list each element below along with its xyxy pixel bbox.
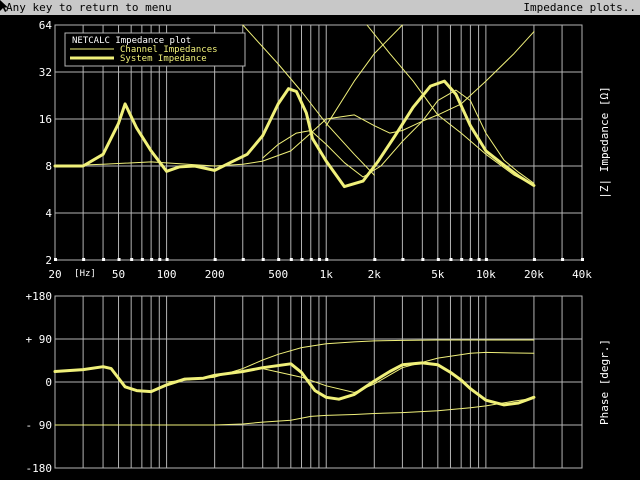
axis-dot [241, 258, 245, 261]
axis-dot [421, 258, 425, 261]
axis-dot [460, 258, 464, 261]
y-axis-title: |Z| Impedance [Ω] [598, 86, 611, 199]
axis-dot [54, 258, 57, 261]
axis-dot [373, 258, 377, 261]
x-tick-label: 200 [205, 268, 225, 281]
y-tick-label: 0 [45, 376, 52, 389]
axis-dot [561, 258, 565, 261]
channel-impedance-line [54, 397, 535, 426]
axis-dot [532, 258, 536, 261]
x-tick-label: 500 [268, 268, 288, 281]
axis-dot [469, 258, 473, 261]
axis-dot [140, 258, 144, 261]
y-tick-label: 2 [45, 254, 52, 267]
axis-dot [165, 258, 169, 261]
system-impedance-line [53, 361, 536, 407]
grid-lines [54, 24, 584, 469]
impedance-chart: 2 4 8 16 32 64 |Z| Impedance [Ω] -180 - 90 0 + 90 +… [26, 19, 612, 475]
x-tick-label: 40k [572, 268, 592, 281]
axis-dot [102, 258, 106, 261]
channel-impedance-line [325, 24, 403, 127]
legend-entry: System Impedance [120, 54, 207, 64]
x-tick-label: 50 [112, 268, 125, 281]
axis-dot [317, 258, 321, 261]
axis-dot [449, 258, 453, 261]
x-tick-label: 20 [48, 268, 61, 281]
axis-dot [150, 258, 154, 261]
axis-dot [325, 258, 329, 261]
y-tick-label: 4 [45, 207, 52, 220]
axis-dot [130, 258, 134, 261]
axis-dot [82, 258, 86, 261]
axis-dot [277, 258, 281, 261]
axis-dot [158, 258, 162, 261]
axis-dot [436, 258, 440, 261]
curves [53, 24, 536, 426]
axis-dot [581, 258, 584, 261]
axis-labels: 2 4 8 16 32 64 |Z| Impedance [Ω] -180 - 90 0 + 90 +… [26, 19, 612, 475]
y-tick-label: 8 [45, 160, 52, 173]
x-tick-label: 20k [524, 268, 544, 281]
axis-dot [300, 258, 304, 261]
y-tick-label: +180 [26, 290, 53, 303]
x-unit-label: [Hz] [74, 269, 96, 279]
y-tick-label: 32 [39, 66, 52, 79]
x-tick-label: 2k [368, 268, 382, 281]
axis-dot [401, 258, 405, 261]
y-tick-label: - 90 [26, 419, 53, 432]
axis-dot [309, 258, 313, 261]
axis-dot [477, 258, 481, 261]
axis-dot [289, 258, 293, 261]
axis-dot [117, 258, 121, 261]
x-tick-label: 1k [320, 268, 334, 281]
x-tick-label: 5k [431, 268, 445, 281]
x-tick-label: 10k [476, 268, 496, 281]
y-tick-label: + 90 [26, 333, 53, 346]
y-tick-label: 64 [39, 19, 53, 32]
legend: NETCALC Impedance plotChannel Impedances… [64, 32, 246, 67]
x-tick-label: 100 [157, 268, 177, 281]
y-tick-label: 16 [39, 113, 52, 126]
axis-dot [261, 258, 265, 261]
y-axis-title: Phase [degr.] [598, 339, 611, 425]
y-tick-label: -180 [26, 462, 53, 475]
axis-dot [213, 258, 217, 261]
axis-dot [484, 258, 488, 261]
